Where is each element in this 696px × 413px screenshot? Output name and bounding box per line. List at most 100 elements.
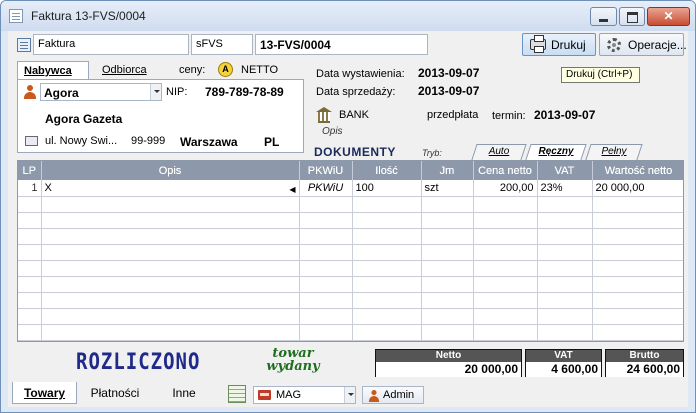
chevron-down-icon[interactable] — [150, 84, 161, 100]
buyer-code: Agora — [44, 86, 79, 100]
tab-full-label: Pełny — [601, 146, 627, 157]
tab-payments[interactable]: Płatności — [80, 382, 150, 404]
term-label: termin: — [492, 110, 526, 122]
vat-value: 4 600,00 — [526, 362, 601, 377]
col-vat[interactable]: VAT — [537, 161, 593, 180]
chevron-left-icon[interactable]: ◀ — [289, 185, 295, 194]
person-icon — [23, 85, 37, 99]
table-row-empty[interactable] — [18, 324, 683, 341]
settled-stamp: ROZLICZONO — [76, 349, 201, 375]
cell-cena-netto[interactable]: 200,00 — [473, 180, 538, 197]
chevron-down-icon[interactable] — [344, 387, 355, 403]
buyer-select[interactable]: Agora — [40, 83, 162, 101]
tab-goods[interactable]: Towary — [12, 382, 77, 404]
nip-value: 789-789-78-89 — [205, 85, 284, 99]
client-area: Faktura sFVS 13-FVS/0004 Drukuj Operacje… — [8, 31, 688, 407]
col-pkwiu[interactable]: PKWiU — [299, 161, 353, 180]
warehouse-value: MAG — [276, 389, 302, 401]
col-opis[interactable]: Opis — [41, 161, 300, 180]
nip-label: NIP: — [166, 86, 188, 98]
cell-jm[interactable]: szt — [421, 180, 474, 197]
tab-recipient[interactable]: Odbiorca — [96, 61, 158, 80]
sale-date-label: Data sprzedaży: — [316, 86, 396, 98]
invoice-window: Faktura 13-FVS/0004 ✕ Faktura sFVS 13-FV… — [0, 0, 696, 413]
user-button[interactable]: Admin — [362, 386, 424, 404]
table-row-empty[interactable] — [18, 260, 683, 277]
print-button-label: Drukuj — [551, 38, 586, 52]
items-grid[interactable]: LP Opis PKWiU Ilość Jm Cena netto VAT Wa… — [17, 160, 684, 342]
payment-type[interactable]: przedpłata — [427, 109, 478, 121]
operations-button[interactable]: Operacje... — [599, 33, 687, 56]
description-label[interactable]: Opis — [322, 126, 343, 137]
payment-method[interactable]: BANK — [339, 109, 369, 121]
close-icon: ✕ — [663, 9, 674, 23]
number-field[interactable]: 13-FVS/0004 — [255, 34, 428, 55]
cell-wartosc-netto[interactable]: 20 000,00 — [592, 180, 683, 197]
sale-date[interactable]: 2013-09-07 — [418, 84, 479, 98]
buyer-details: Agora NIP: 789-789-78-89 Agora Gazeta ul… — [17, 79, 304, 153]
title-bar[interactable]: Faktura 13-FVS/0004 ✕ — [1, 1, 695, 31]
brutto-total: Brutto 24 600,00 — [605, 349, 684, 377]
issue-date[interactable]: 2013-09-07 — [418, 66, 479, 80]
issue-date-label: Data wystawienia: — [316, 68, 405, 80]
netto-total: Netto 20 000,00 — [375, 349, 522, 377]
operations-button-label: Operacje... — [628, 38, 687, 52]
document-icon — [17, 38, 31, 52]
cell-lp[interactable]: 1 — [18, 180, 42, 197]
netto-value: 20 000,00 — [376, 362, 521, 377]
buyer-postcode: 99-999 — [131, 135, 166, 147]
table-row-empty[interactable] — [18, 292, 683, 309]
cell-opis-text: X — [44, 181, 52, 194]
tab-other[interactable]: Inne — [162, 382, 206, 404]
buyer-city: Warszawa — [180, 135, 238, 149]
warehouse-select[interactable]: MAG — [253, 386, 356, 404]
tab-goods-label: Towary — [23, 386, 66, 400]
col-cena-netto[interactable]: Cena netto — [473, 161, 538, 180]
price-mode-value: NETTO — [241, 64, 279, 76]
col-wartosc-netto[interactable]: Wartość netto — [592, 161, 683, 180]
tab-payments-label: Płatności — [90, 386, 140, 400]
tab-full[interactable]: Pełny — [585, 144, 643, 160]
brutto-label: Brutto — [606, 350, 683, 362]
doc-type-field[interactable]: Faktura — [33, 34, 189, 55]
tab-manual[interactable]: Ręczny — [525, 144, 587, 160]
grid-header: LP Opis PKWiU Ilość Jm Cena netto VAT Wa… — [18, 161, 683, 180]
cell-ilosc[interactable]: 100 — [352, 180, 422, 197]
table-row[interactable]: 1 X ◀ PKWiU 100 szt 200,00 23% 20 000,00 — [18, 180, 683, 197]
documents-label[interactable]: DOKUMENTY — [314, 145, 396, 159]
print-button[interactable]: Drukuj — [522, 33, 596, 56]
tab-buyer[interactable]: Nabywca — [17, 61, 89, 80]
cell-vat[interactable]: 23% — [537, 180, 593, 197]
warehouse-icon — [258, 390, 271, 400]
cell-pkwiu[interactable]: PKWiU — [299, 180, 353, 197]
price-mode-icon[interactable]: A — [218, 62, 233, 77]
term-date[interactable]: 2013-09-07 — [534, 108, 595, 122]
buyer-country: PL — [264, 135, 280, 149]
table-row-empty[interactable] — [18, 228, 683, 245]
table-row-empty[interactable] — [18, 196, 683, 213]
table-row-empty[interactable] — [18, 308, 683, 325]
app-icon — [9, 9, 23, 23]
series-field[interactable]: sFVS — [191, 34, 253, 55]
table-row-empty[interactable] — [18, 276, 683, 293]
prices-label: ceny: — [179, 64, 206, 76]
table-row-empty[interactable] — [18, 212, 683, 229]
vat-label: VAT — [526, 350, 601, 362]
col-jm[interactable]: Jm — [421, 161, 474, 180]
close-button[interactable]: ✕ — [647, 7, 690, 26]
tab-auto[interactable]: Auto — [471, 144, 527, 160]
cell-opis[interactable]: X ◀ — [41, 180, 300, 197]
printer-icon — [530, 35, 546, 53]
table-row-empty[interactable] — [18, 244, 683, 261]
mode-label: Tryb: — [422, 148, 442, 158]
buyer-name: Agora Gazeta — [45, 112, 123, 126]
minimize-button[interactable] — [590, 7, 617, 26]
gear-icon — [607, 38, 621, 52]
maximize-button[interactable] — [619, 7, 645, 26]
address-icon — [25, 136, 38, 146]
col-ilosc[interactable]: Ilość — [352, 161, 422, 180]
col-lp[interactable]: LP — [18, 161, 42, 180]
goods-issued-stamp: towar wydany — [266, 346, 320, 374]
bank-icon — [316, 107, 332, 123]
notes-icon[interactable] — [228, 385, 246, 403]
